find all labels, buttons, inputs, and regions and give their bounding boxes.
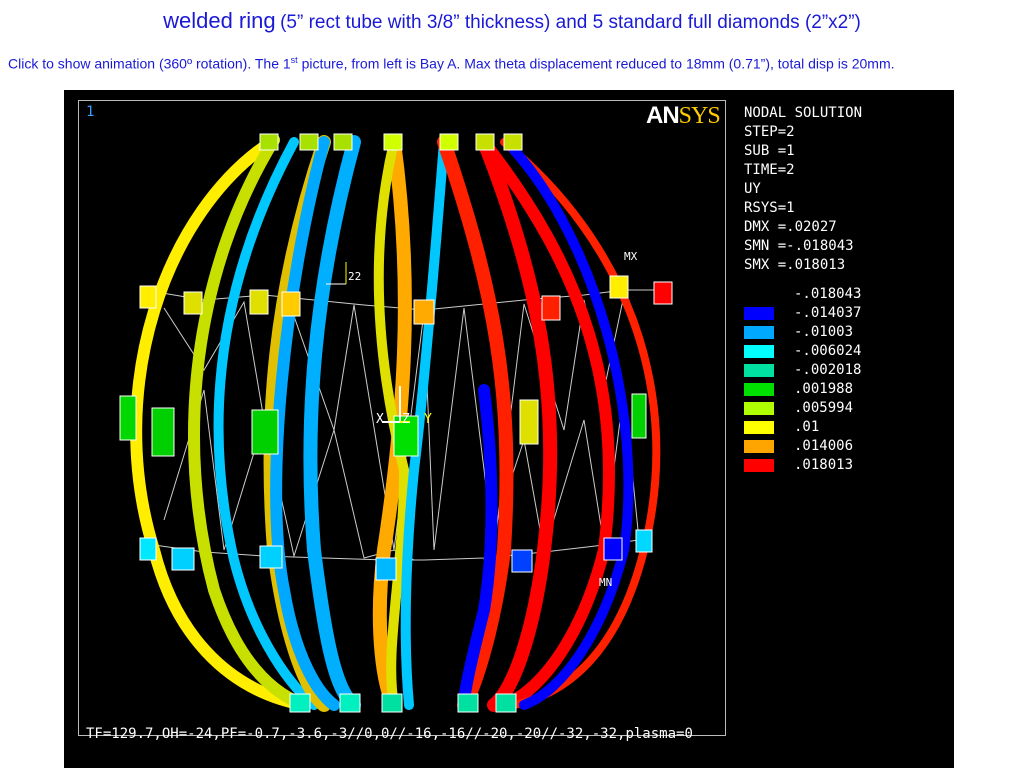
info-line: UY	[744, 181, 761, 197]
legend-swatch	[744, 326, 774, 339]
axis-x-label: X	[376, 412, 384, 427]
info-line: SUB =1	[744, 143, 795, 159]
title-main: welded ring	[163, 8, 276, 33]
legend-value: .001988	[794, 381, 854, 397]
legend-row: .005994	[744, 400, 944, 419]
legend-swatch	[744, 345, 774, 358]
axis-y-label: Y	[424, 412, 432, 427]
info-line: STEP=2	[744, 124, 795, 140]
title-sub: (5” rect tube with 3/8” thickness) and 5…	[280, 12, 861, 33]
info-line: SMX =.018013	[744, 257, 846, 273]
legend-row: -.002018	[744, 362, 944, 381]
legend-row: -.01003	[744, 324, 944, 343]
slide-title: welded ring (5” rect tube with 3/8” thic…	[0, 8, 1024, 34]
legend-value: .01	[794, 419, 820, 435]
legend-value: -.014037	[794, 305, 862, 321]
legend-swatch	[744, 288, 774, 301]
info-line: TIME=2	[744, 162, 795, 178]
legend-value: .014006	[794, 438, 854, 454]
legend-swatch	[744, 383, 774, 396]
solution-info: NODAL SOLUTION STEP=2 SUB =1 TIME=2 UY R…	[744, 104, 862, 275]
legend-row: -.006024	[744, 343, 944, 362]
node-label: 22	[348, 270, 362, 283]
legend-value: .018013	[794, 457, 854, 473]
footer-params: TF=129.7,OH=-24,PF=-0.7,-3.6,-3//0,0//-1…	[86, 726, 693, 742]
legend-swatch	[744, 421, 774, 434]
legend-swatch	[744, 364, 774, 377]
legend-value: -.018043	[794, 286, 862, 302]
caption-part1: Click to show animation (360º rotation).…	[8, 55, 291, 72]
legend-row: -.018043	[744, 286, 944, 305]
legend-row: .014006	[744, 438, 944, 457]
legend-row: .01	[744, 419, 944, 438]
legend-row: .018013	[744, 457, 944, 476]
logo-an: AN	[646, 102, 680, 129]
legend-swatch	[744, 440, 774, 453]
info-line: SMN =-.018043	[744, 238, 854, 254]
legend-value: -.006024	[794, 343, 862, 359]
legend-row: .001988	[744, 381, 944, 400]
legend-value: .005994	[794, 400, 854, 416]
max-label: MX	[624, 250, 638, 263]
axis-z-label: Z	[402, 412, 410, 427]
info-line: DMX =.02027	[744, 219, 837, 235]
info-line: RSYS=1	[744, 200, 795, 216]
min-label: MN	[599, 576, 613, 589]
ansys-viewport[interactable]: 1 ANSYS MX MN 22 X Z Y NODAL SOLUTION ST…	[64, 90, 954, 768]
caption-sup: st	[290, 55, 298, 65]
window-number: 1	[86, 104, 95, 120]
legend-row: -.014037	[744, 305, 944, 324]
caption-part2: picture, from left is Bay A. Max theta d…	[297, 55, 895, 72]
legend-value: -.01003	[794, 324, 854, 340]
legend-value: -.002018	[794, 362, 862, 378]
logo-sys: SYS	[678, 103, 721, 129]
legend-swatch	[744, 402, 774, 415]
legend-swatch	[744, 459, 774, 472]
legend-swatch	[744, 307, 774, 320]
ansys-logo: ANSYS	[646, 102, 721, 130]
caption[interactable]: Click to show animation (360º rotation).…	[8, 52, 1008, 73]
info-line: NODAL SOLUTION	[744, 105, 863, 121]
